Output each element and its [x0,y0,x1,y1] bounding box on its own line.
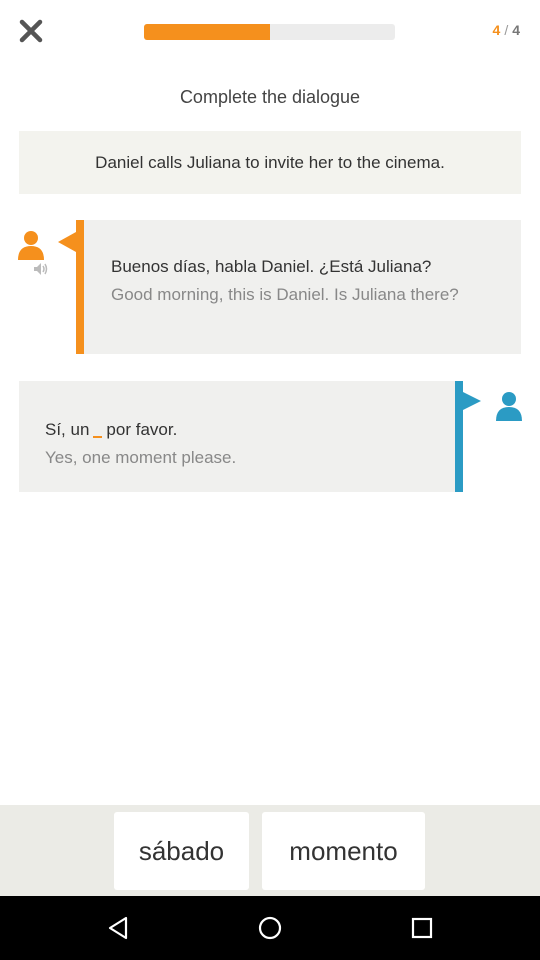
step-counter: 4/4 [493,22,520,38]
step-current: 4 [492,22,501,38]
step-separator: / [504,22,509,38]
dialogue-2-spanish: Sí, un por favor. [45,419,436,441]
step-total: 4 [512,22,520,38]
dialogue-1-spanish: Buenos días, habla Daniel. ¿Está Juliana… [111,257,432,276]
person-icon [496,392,522,421]
person-icon [18,231,44,260]
bubble-pointer-left [58,232,76,252]
context-box: Daniel calls Juliana to invite her to th… [19,131,521,194]
dialogue-1-english: Good morning, this is Daniel. Is Juliana… [111,285,459,304]
close-button[interactable] [16,16,46,46]
word-option-momento[interactable]: momento [262,812,425,890]
dialogue-bubble-2: Sí, un por favor. Yes, one moment please. [19,381,456,492]
back-triangle-icon[interactable] [104,914,132,942]
word-bank: sábado momento [0,805,540,896]
recent-square-icon[interactable] [408,914,436,942]
dialogue-2-spanish-before: Sí, un [45,420,90,439]
home-circle-icon[interactable] [256,914,284,942]
dialogue-2-english: Yes, one moment please. [45,448,237,467]
system-nav-bar [0,896,540,960]
word-option-sabado[interactable]: sábado [114,812,249,890]
instruction-title: Complete the dialogue [179,87,361,107]
progress-fill [144,24,270,40]
close-icon [19,19,43,43]
answer-blank[interactable] [93,424,103,438]
dialogue-bubble-1: Buenos días, habla Daniel. ¿Está Juliana… [76,220,521,354]
speaker-icon[interactable] [33,262,49,276]
context-text: Daniel calls Juliana to invite her to th… [95,152,445,172]
dialogue-2-spanish-after: por favor. [106,420,178,439]
progress-bar [144,24,395,40]
bubble-pointer-right [463,392,481,410]
bubble-accent-bar [455,381,463,492]
